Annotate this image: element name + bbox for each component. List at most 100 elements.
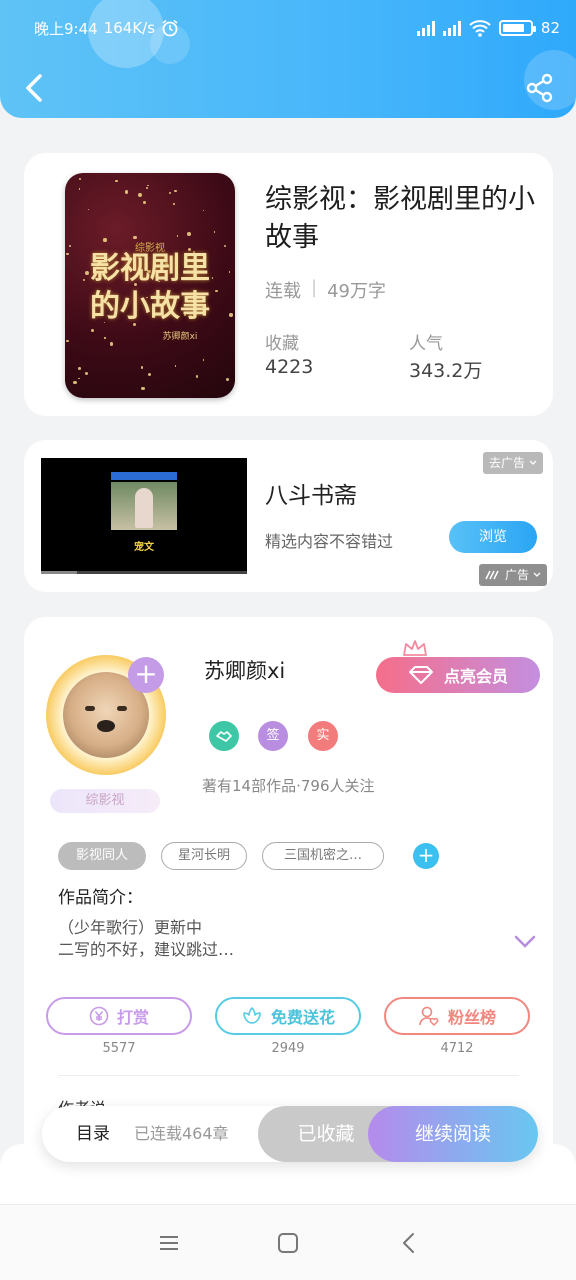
intro-line: （少年歌行）更新中 bbox=[58, 918, 203, 937]
cover-sparkle bbox=[202, 210, 204, 212]
signal-icon bbox=[416, 20, 435, 36]
flower-icon bbox=[243, 1007, 261, 1024]
cover-sparkle bbox=[139, 192, 141, 195]
catalog-button[interactable]: 目录 bbox=[76, 1106, 110, 1162]
medal-signed[interactable]: 签 bbox=[258, 721, 288, 751]
tag-item[interactable]: 三国机密之… bbox=[262, 842, 384, 870]
cover-sparkle bbox=[66, 340, 69, 343]
add-tag-button[interactable]: + bbox=[413, 843, 439, 869]
video-progress bbox=[41, 571, 247, 574]
cover-author: 苏卿颜xi bbox=[162, 332, 198, 342]
home-icon[interactable] bbox=[274, 1229, 302, 1257]
fan-ranking-label: 粉丝榜 bbox=[447, 1008, 496, 1027]
word-count: 49万字 bbox=[327, 281, 386, 302]
chevron-down-icon bbox=[529, 460, 537, 465]
remove-ad-label: 去广告 bbox=[488, 456, 525, 470]
tag-item[interactable]: 星河长明 bbox=[161, 842, 247, 870]
author-card: + 综影视 苏卿颜xi 点亮会员 签 实 著有14部作品·796人关注 影视同人… bbox=[24, 617, 553, 1177]
cover-sparkle bbox=[84, 371, 88, 375]
network-speed: 164K/s bbox=[103, 19, 156, 37]
tag-item[interactable]: 影视同人 bbox=[58, 842, 146, 870]
cover-sparkle bbox=[195, 375, 199, 378]
fan-ranking-button[interactable]: 粉丝榜 bbox=[384, 997, 530, 1035]
book-title: 综影视：影视剧里的小故事 bbox=[265, 184, 535, 253]
cover-sparkle bbox=[78, 377, 80, 380]
cover-title-line1: 影视剧里 bbox=[90, 251, 210, 286]
cover-sparkle bbox=[173, 203, 176, 205]
ad-browse-button[interactable]: 浏览 bbox=[449, 521, 537, 553]
cover-sparkle bbox=[115, 179, 119, 183]
chapter-count: 已连载464章 bbox=[134, 1124, 229, 1143]
author-name[interactable]: 苏卿颜xi bbox=[204, 655, 285, 685]
ad-label-badge[interactable]: 广告 bbox=[478, 564, 547, 586]
status-separator: | bbox=[311, 277, 318, 298]
tip-button[interactable]: 打赏 bbox=[46, 997, 192, 1035]
book-cover[interactable]: 综影视 影视剧里 的小故事 苏卿颜xi bbox=[65, 173, 235, 398]
author-works-followers: 著有14部作品·796人关注 bbox=[202, 777, 375, 795]
status-bar: 晚上9:44 164K/s 82 bbox=[34, 14, 560, 42]
follow-add-button[interactable]: + bbox=[128, 657, 164, 693]
divider bbox=[58, 1075, 519, 1076]
cover-sparkle bbox=[176, 235, 179, 237]
book-status-row: 连载 | 49万字 bbox=[265, 277, 386, 303]
collect-value: 4223 bbox=[265, 356, 314, 378]
medal-verified[interactable]: 实 bbox=[308, 721, 338, 751]
status-time: 晚上9:44 bbox=[34, 19, 98, 38]
back-button[interactable] bbox=[18, 70, 50, 106]
cover-title-line2: 的小故事 bbox=[90, 289, 210, 324]
ad-card[interactable]: 宠文 八斗书斋 精选内容不容错过 浏览 去广告 广告 bbox=[24, 440, 553, 592]
cover-sparkle bbox=[187, 231, 192, 236]
vip-activate-button[interactable]: 点亮会员 bbox=[376, 657, 540, 693]
cover-sparkle bbox=[87, 209, 89, 211]
cover-sparkle bbox=[202, 359, 205, 361]
flower-count: 2949 bbox=[271, 1041, 305, 1056]
intro-line: 二写的不好，建议跳过… bbox=[58, 940, 235, 959]
ad-video[interactable]: 宠文 bbox=[41, 458, 247, 574]
signal-icon-2 bbox=[442, 20, 461, 36]
chevron-down-icon[interactable] bbox=[514, 935, 536, 949]
battery-icon bbox=[498, 20, 536, 36]
collect-label: 收藏 bbox=[265, 334, 299, 354]
popularity-label: 人气 bbox=[409, 334, 443, 354]
ad-logo-icon bbox=[485, 570, 499, 580]
intro-text: （少年歌行）更新中 二写的不好，建议跳过… bbox=[58, 917, 498, 961]
tip-label: 打赏 bbox=[116, 1008, 149, 1027]
cover-sparkle bbox=[174, 189, 177, 193]
battery-percent: 82 bbox=[540, 19, 560, 37]
ad-video-caption: 宠文 bbox=[134, 542, 154, 553]
ad-title: 八斗书斋 bbox=[265, 483, 357, 509]
cover-sparkle bbox=[124, 190, 129, 194]
medal-contract[interactable] bbox=[209, 721, 239, 751]
cover-sparkle bbox=[109, 342, 114, 346]
ad-label: 广告 bbox=[504, 568, 529, 582]
cover-sparkle bbox=[147, 184, 149, 187]
share-button[interactable] bbox=[524, 72, 556, 104]
remove-ad-button[interactable]: 去广告 bbox=[482, 452, 543, 474]
cover-sparkle bbox=[90, 329, 94, 333]
menu-icon[interactable] bbox=[155, 1229, 183, 1257]
cover-sparkle bbox=[142, 200, 147, 205]
continue-reading-button[interactable]: 继续阅读 bbox=[368, 1106, 538, 1162]
system-nav-bar bbox=[0, 1204, 576, 1280]
cover-sparkle bbox=[78, 367, 81, 370]
book-info-card: 综影视 影视剧里 的小故事 苏卿颜xi 综影视：影视剧里的小故事 连载 | 49… bbox=[24, 153, 553, 416]
alarm-icon bbox=[162, 19, 178, 37]
chevron-left-icon bbox=[26, 74, 42, 102]
cover-sparkle bbox=[78, 188, 81, 190]
chevron-down-icon bbox=[533, 572, 541, 577]
cover-sparkle bbox=[168, 192, 171, 195]
vip-button-label: 点亮会员 bbox=[443, 667, 508, 686]
send-flower-button[interactable]: 免费送花 bbox=[215, 997, 361, 1035]
intro-title: 作品简介： bbox=[58, 888, 143, 908]
app-header: 晚上9:44 164K/s 82 bbox=[0, 0, 576, 118]
nav-back-icon[interactable] bbox=[395, 1229, 423, 1257]
reading-action-bar: 目录 已连载464章 已收藏 继续阅读 bbox=[42, 1106, 538, 1162]
fan-count: 4712 bbox=[440, 1041, 474, 1056]
diamond-icon bbox=[408, 666, 433, 684]
serial-status: 连载 bbox=[265, 281, 301, 302]
tip-count: 5577 bbox=[102, 1041, 136, 1056]
cover-sparkle bbox=[140, 365, 144, 369]
author-category-badge: 综影视 bbox=[50, 789, 160, 813]
cover-sparkle bbox=[174, 365, 177, 367]
popularity-value: 343.2万 bbox=[409, 360, 483, 382]
